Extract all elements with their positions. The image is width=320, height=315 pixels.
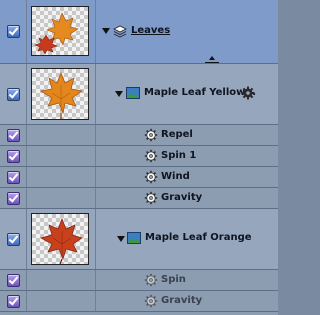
thumbnail-column xyxy=(26,270,96,290)
behavior-row-spin[interactable]: Spin xyxy=(0,270,278,290)
layer-row-maple-leaf-yellow[interactable]: Maple Leaf Yellow... xyxy=(0,64,278,124)
gear-icon xyxy=(144,170,158,184)
layer-enable-checkbox[interactable] xyxy=(7,233,20,246)
maple-leaf-orange-thumbnail-image xyxy=(40,218,83,264)
behavior-enable-checkbox[interactable] xyxy=(7,171,20,184)
thumbnail-column xyxy=(26,146,96,166)
layers-panel: Leaves Maple Leaf Yellow... Repel Spin 1… xyxy=(0,0,278,315)
layer-name[interactable]: Leaves xyxy=(131,25,170,36)
behavior-name[interactable]: Spin 1 xyxy=(161,150,196,161)
thumbnail-column xyxy=(26,188,96,208)
behavior-name[interactable]: Repel xyxy=(161,129,193,140)
gear-icon[interactable] xyxy=(241,86,255,100)
behavior-enable-checkbox[interactable] xyxy=(7,274,20,287)
behavior-name[interactable]: Gravity xyxy=(161,295,202,306)
disclosure-triangle-icon[interactable] xyxy=(115,91,123,97)
gear-icon xyxy=(144,191,158,205)
behavior-row-gravity[interactable]: Gravity xyxy=(0,188,278,208)
disclosure-triangle-icon[interactable] xyxy=(117,236,125,242)
layer-enable-checkbox[interactable] xyxy=(7,25,20,38)
layers-stack-icon xyxy=(113,25,127,38)
layer-enable-checkbox[interactable] xyxy=(7,88,20,101)
behavior-name[interactable]: Spin xyxy=(161,274,186,285)
disclosure-triangle-icon[interactable] xyxy=(102,28,110,34)
layer-name[interactable]: Maple Leaf Orange xyxy=(145,232,252,243)
layer-thumbnail xyxy=(31,68,89,120)
behavior-enable-checkbox[interactable] xyxy=(7,295,20,308)
layer-thumbnail xyxy=(31,213,89,265)
behavior-enable-checkbox[interactable] xyxy=(7,150,20,163)
gear-icon xyxy=(144,273,158,287)
thumbnail-column xyxy=(26,291,96,311)
thumbnail-column xyxy=(26,125,96,145)
maple-leaf-yellow-thumbnail-image xyxy=(40,72,83,119)
behavior-row-repel[interactable]: Repel xyxy=(0,125,278,145)
gear-icon xyxy=(144,128,158,142)
gear-icon xyxy=(144,294,158,308)
thumbnail-column xyxy=(26,167,96,187)
gear-icon xyxy=(144,149,158,163)
image-layer-icon xyxy=(127,232,141,244)
layer-name[interactable]: Maple Leaf Yellow... xyxy=(144,87,256,98)
behavior-row-gravity-2[interactable]: Gravity xyxy=(0,291,278,311)
behavior-enable-checkbox[interactable] xyxy=(7,192,20,205)
behavior-row-wind[interactable]: Wind xyxy=(0,167,278,187)
behavior-row-spin-1[interactable]: Spin 1 xyxy=(0,146,278,166)
image-layer-icon xyxy=(126,87,140,99)
behavior-name[interactable]: Wind xyxy=(161,171,190,182)
layer-row-maple-leaf-orange[interactable]: Maple Leaf Orange xyxy=(0,209,278,269)
layer-row-leaves-group[interactable]: Leaves xyxy=(0,0,278,70)
maple-leaves-thumbnail-image xyxy=(34,12,79,55)
layer-thumbnail xyxy=(31,6,89,56)
behavior-name[interactable]: Gravity xyxy=(161,192,202,203)
behavior-enable-checkbox[interactable] xyxy=(7,129,20,142)
